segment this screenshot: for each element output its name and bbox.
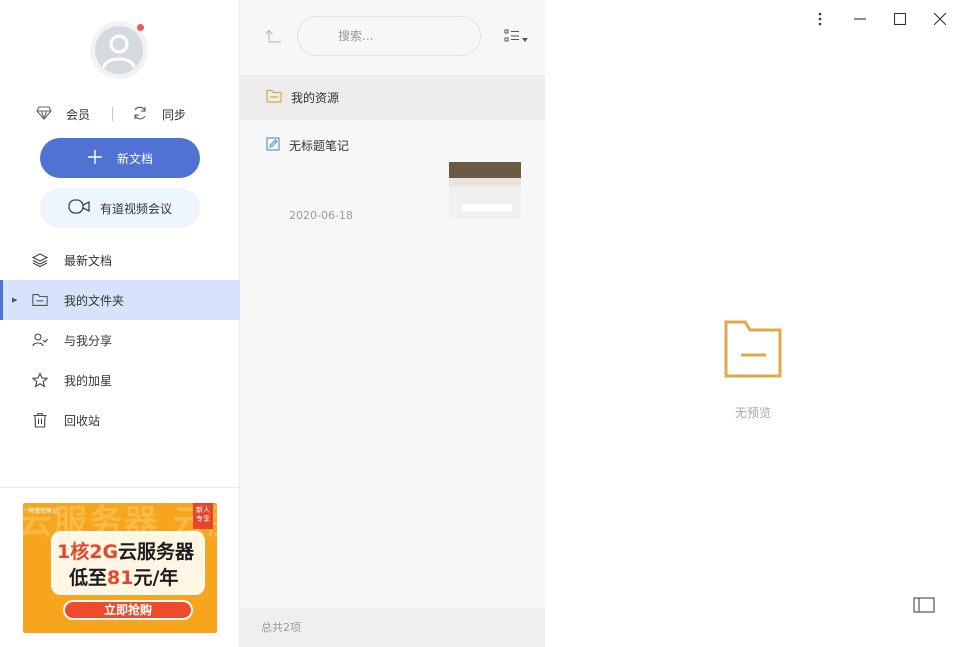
caret-right-icon[interactable]: ▶ [12,296,17,304]
close-button[interactable] [928,8,952,32]
divider [112,107,114,121]
member-button[interactable]: 会员 [36,105,91,123]
ad-price: 低至81元/年 [69,563,178,590]
ad-banner[interactable]: 云服务器 云服务器 有道云笔记 新人专享 1核2G云服务器 低至81元/年 立即… [23,503,217,633]
list-item[interactable]: 无标题笔记 2020-06-18 [240,120,545,230]
ad-tag: 新人专享 [193,503,213,529]
minimize-icon [854,13,866,28]
star-icon [32,372,48,388]
new-doc-label: 新文档 [116,151,153,166]
note-thumbnail [449,162,521,218]
video-camera-icon [68,198,90,219]
list-item-date: 2020-06-18 [289,209,353,222]
ad-price-value: 81 [107,567,134,589]
ad-cta-button[interactable]: 立即抢购 [63,600,193,620]
list-item-title: 无标题笔记 [289,139,350,153]
shared-users-icon [32,332,48,348]
ad-brand: 有道云笔记 [28,508,59,515]
sidebar-item-starred[interactable]: 我的加星 [0,360,240,400]
more-options-button[interactable] [808,8,832,32]
notification-dot [137,24,144,31]
diamond-icon [36,105,52,123]
trash-icon [32,412,48,428]
sidebar-item-label: 我的加星 [64,373,113,388]
more-vertical-icon [818,12,822,29]
note-icon [266,137,280,154]
user-icon [95,26,143,74]
list-view-icon [504,29,520,46]
search-input[interactable]: 搜索... [297,16,481,56]
thumbnail-image [449,162,521,178]
video-meeting-button[interactable]: 有道视频会议 [40,188,200,228]
view-mode-button[interactable] [504,29,528,46]
sidebar-item-label: 与我分享 [64,333,113,348]
go-up-icon[interactable] [264,28,282,47]
layers-icon [32,252,48,268]
sidebar-item-trash[interactable]: 回收站 [0,400,240,440]
new-doc-button[interactable]: 新文档 [40,138,200,178]
note-title-row: 无标题笔记 [266,137,349,154]
item-count: 总共2项 [240,608,545,647]
sidebar-item-label: 我的文件夹 [64,293,125,308]
maximize-icon [893,12,907,28]
list-item[interactable]: 我的资源 [240,75,545,120]
divider [0,487,240,488]
thumbnail-bar [462,204,512,211]
sidebar-item-my-folders[interactable]: ▶ 我的文件夹 [0,280,240,320]
close-icon [933,12,947,28]
sidebar-nav: 最新文档 ▶ 我的文件夹 与我分享 我的加星 回收站 [0,240,240,440]
sidebar: 会员 同步 新文档 有道视频会议 最新文档 ▶ 我的文件夹 与我分享 我的加星 … [0,0,240,647]
ad-price-prefix: 低至 [69,567,108,589]
sidebar-item-shared[interactable]: 与我分享 [0,320,240,360]
video-meeting-label: 有道视频会议 [99,201,172,216]
ad-headline-text: 云服务器 [118,541,195,563]
maximize-button[interactable] [888,8,912,32]
member-sync-row: 会员 同步 [36,104,206,124]
panel-toggle-icon[interactable] [913,597,935,616]
chevron-down-icon [522,31,528,45]
ad-headline-highlight: 1核2G [57,541,119,563]
empty-folder-icon [724,320,782,381]
sync-label: 同步 [162,107,187,122]
sidebar-item-label: 回收站 [64,413,101,428]
folder-icon [266,89,282,106]
sidebar-item-recent[interactable]: 最新文档 [0,240,240,280]
sync-button[interactable]: 同步 [132,105,186,124]
member-label: 会员 [66,107,91,122]
thumbnail-strip [449,178,521,186]
minimize-button[interactable] [848,8,872,32]
sync-icon [132,105,148,124]
ad-headline: 1核2G云服务器 [57,537,194,564]
app-window: 会员 同步 新文档 有道视频会议 最新文档 ▶ 我的文件夹 与我分享 我的加星 … [0,0,959,647]
folder-icon [32,292,48,308]
sidebar-item-label: 最新文档 [64,253,113,268]
ad-price-unit: 元/年 [133,567,179,589]
list-item-title: 我的资源 [291,91,340,105]
plus-icon [87,149,103,168]
no-preview-label: 无预览 [734,406,771,420]
